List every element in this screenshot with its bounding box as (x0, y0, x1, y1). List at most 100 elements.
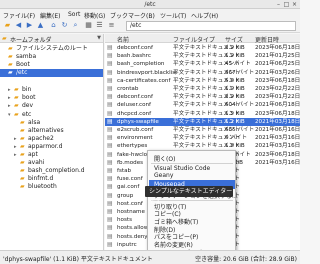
file-name: dhcpcd.conf (117, 110, 152, 117)
tree-item[interactable]: ▰ bluetooth (14, 183, 57, 191)
file-row[interactable]: ▤ environment 平文テキストドキュメント 0 バイト 2021年03月16日… (105, 134, 300, 142)
file-icon: ▤ (107, 224, 113, 232)
forward-icon[interactable]: ▶ (25, 21, 34, 30)
tree-item-label: binfmt.d (28, 175, 54, 182)
file-date: 2021年03月18日 03:14 (255, 118, 300, 125)
file-size: 2.9 KiB (225, 94, 245, 101)
folder-icon: ▰ (20, 127, 25, 134)
list-view-icon[interactable]: ☰ (95, 21, 104, 30)
free-space-text: 空き容量: 20.6 GiB (合計: 28.9 GiB) (195, 256, 297, 263)
tree-item[interactable]: ▰ bash_completion.d (14, 167, 85, 175)
status-text: 'dphys-swapfile' (1.1 KiB) 平文テキストドキュメント (3, 256, 153, 263)
file-date: 2023年06月18日 02:52 (255, 151, 300, 158)
file-size: 45 バイト (225, 61, 251, 68)
file-row[interactable]: ▤ dphys-swapfile 平文テキストドキュメント 1.1 KiB 2021年0… (105, 117, 300, 126)
file-size: 1.5 KiB (225, 110, 245, 117)
file-date: 2023年06月18日 03:14 (255, 110, 300, 117)
tree-item[interactable]: ▰ samba (2, 53, 36, 61)
new-folder-icon[interactable]: ▰ (3, 21, 12, 30)
tree-item[interactable]: ▸ ▰ bin (8, 86, 31, 94)
file-size: 1.1 KiB (225, 118, 245, 125)
chevron-down-icon[interactable]: ▼ (97, 35, 101, 41)
file-row[interactable]: ▤ dhcpcd.conf 平文テキストドキュメント 1.5 KiB 2023年06月1… (105, 110, 300, 118)
context-menu-item[interactable]: 開く(O) (154, 154, 175, 163)
tooltip: シンプルなテキストエディターです (145, 186, 233, 206)
tree-item-label: ファイルシステムのルート (16, 45, 88, 52)
file-name: fb.modes (117, 159, 144, 166)
compact-view-icon[interactable]: ≡ (107, 21, 116, 30)
tree-item[interactable]: ▰ Boot (2, 61, 30, 69)
file-row[interactable]: ▤ deluser.conf 平文テキストドキュメント 604 バイト 2021年06月… (105, 101, 300, 109)
file-row[interactable]: ▤crontab平文テキストドキュメント1.0 KiB2023年02月22日 0… (105, 85, 300, 93)
tree-item[interactable]: ▸ ▰ apache2 (14, 135, 54, 143)
tree-item-label: alsa (28, 119, 41, 126)
file-row[interactable]: ▤ e2scrub.conf 平文テキストドキュメント 685 バイト 2021年06月… (105, 126, 300, 134)
menu-separator (151, 199, 233, 201)
file-date: 2021年03月16日 09:22 (255, 135, 300, 142)
tree-item[interactable]: ▰ alternatives (14, 127, 64, 135)
folder-icon: ▰ (20, 135, 25, 142)
tree-item-label: etc (22, 111, 32, 118)
context-menu-item[interactable]: Visual Studio Code (154, 165, 210, 172)
file-name: environment (117, 135, 153, 142)
file-row[interactable]: ▤ ca-certificates.conf 平文テキストドキュメント 5.6 KiB… (105, 77, 300, 85)
close-icon[interactable]: × (291, 1, 298, 8)
file-icon: ▤ (107, 183, 113, 191)
file-size: 604 バイト (225, 102, 255, 109)
column-name[interactable]: 名前 (117, 35, 129, 44)
file-name: ethertypes (117, 143, 148, 150)
toolbar: ▰ ◀ ▶ ▲ ⌂ ↻ ⌕ ▦ ☰ ≡ /etc (0, 19, 300, 33)
file-row[interactable]: ▤ debconf.conf 平文テキストドキュメント 2.9 KiB 2023年06月… (105, 44, 300, 52)
file-row[interactable]: ▤ bindresvport.blacklist 平文テキストドキュメント 367 バ… (105, 69, 300, 77)
file-row[interactable]: ▤ bash.bashrc 平文テキストドキュメント 1.9 KiB 2021年01月2… (105, 52, 300, 60)
column-date[interactable]: 更新日時 (255, 35, 279, 44)
tree-item[interactable]: ▰ avahi (14, 159, 44, 167)
menu-bar: ファイル(F) 編集(E) Sort 移動(G) ブックマーク(B) ツール(T… (0, 9, 300, 20)
home-icon[interactable]: ⌂ (49, 21, 58, 30)
tree-item-label: bin (22, 86, 32, 93)
file-date: 2021年01月25日 00:40 (255, 53, 300, 60)
tree-item-label: samba (16, 53, 37, 60)
reload-icon[interactable]: ↻ (60, 21, 69, 30)
tree-item[interactable]: ▸ ▰ apt (14, 151, 38, 159)
tree-item[interactable]: ▰ alsa (14, 119, 40, 127)
file-date: 2021年06月18日 12:06 (255, 102, 300, 109)
tree-item[interactable]: ▾ ▰ etc (8, 111, 31, 119)
file-size: 1.9 KiB (225, 53, 245, 60)
icon-view-icon[interactable]: ▦ (84, 21, 93, 30)
file-row[interactable]: ▤ debconf.conf 平文テキストドキュメント 2.9 KiB 2023年01月… (105, 93, 300, 101)
tree-item[interactable]: ▸ ▰ dev (8, 102, 33, 110)
file-icon: ▤ (107, 232, 113, 240)
menu-sort[interactable]: Sort (68, 11, 80, 18)
file-name: fuse.conf (117, 176, 143, 183)
back-icon[interactable]: ◀ (14, 21, 23, 30)
tree-item-label: /etc (16, 69, 28, 76)
context-menu-item[interactable]: Geany (154, 172, 173, 179)
search-icon[interactable]: ⌕ (71, 21, 80, 30)
folder-icon: ▰ (14, 102, 19, 109)
tree-item[interactable]: ▸ ▰ boot (8, 94, 36, 102)
file-date: 2021年03月16日 09:22 (255, 159, 300, 166)
tree-item-label: avahi (28, 159, 45, 166)
file-name: debconf.conf (117, 94, 153, 101)
folder-icon: ▰ (20, 159, 25, 166)
tree-item-label: apache2 (28, 135, 54, 142)
tree-item[interactable]: ▰ ファイルシステムのルート (2, 45, 88, 53)
tree-item[interactable]: ▸ ▰ apparmor.d (14, 143, 62, 151)
column-size[interactable]: サイズ (225, 35, 243, 44)
path-input[interactable]: /etc (126, 21, 296, 31)
file-name: hosts.deny (117, 233, 148, 240)
side-pane-header[interactable]: ▰ ホームフォルダ ▼ (0, 34, 103, 44)
minimize-icon[interactable]: – (275, 1, 282, 8)
file-row[interactable]: ▤ bash_completion 平文テキストドキュメント 45 バイト 2021年0… (105, 60, 300, 68)
tree-item[interactable]: ▰ binfmt.d (14, 175, 53, 183)
up-icon[interactable]: ▲ (36, 21, 45, 30)
file-date: 2021年06月25日 00:40 (255, 61, 300, 68)
folder-icon: ▰ (8, 61, 13, 68)
folder-icon: ▰ (20, 167, 25, 174)
column-type[interactable]: ファイルタイプ (173, 35, 215, 44)
folder-icon: ▰ (20, 119, 25, 126)
maximize-icon[interactable]: □ (283, 1, 290, 8)
file-icon: ▤ (107, 68, 113, 76)
tree-item[interactable]: ▰/etc (0, 69, 103, 77)
